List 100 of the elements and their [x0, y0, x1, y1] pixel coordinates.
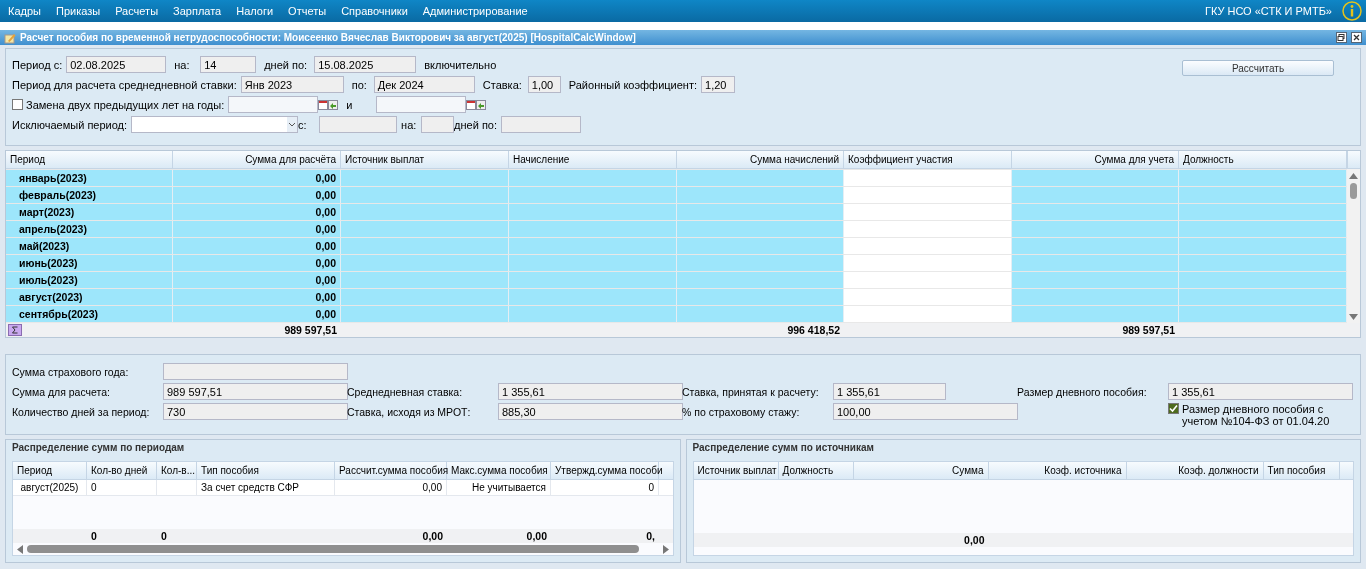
- menu-item[interactable]: Налоги: [236, 5, 274, 17]
- month-field[interactable]: Янв 2023: [240, 76, 344, 93]
- field-label: по:: [351, 78, 368, 91]
- value-field[interactable]: 730: [163, 403, 348, 420]
- total-value: 0,00: [525, 530, 548, 542]
- calendar-icon[interactable]: [466, 99, 477, 110]
- info-icon[interactable]: [1342, 1, 1362, 21]
- value-field[interactable]: 1 355,61: [1168, 383, 1353, 400]
- amount-cell: 0,00: [173, 272, 341, 288]
- amount-cell: 0,00: [173, 170, 341, 186]
- checkbox[interactable]: [12, 99, 23, 110]
- amount-cell: 0,00: [173, 204, 341, 220]
- value-field[interactable]: 1 355,61: [498, 383, 683, 400]
- column-header[interactable]: Должность: [778, 462, 854, 479]
- period-cell[interactable]: июнь(2023): [6, 255, 173, 271]
- value-field[interactable]: [163, 363, 348, 380]
- scroll-right-icon[interactable]: [662, 544, 669, 554]
- field-label: Исключаемый период:: [12, 118, 129, 131]
- column-header[interactable]: Сумма начислений: [677, 151, 844, 168]
- period-cell[interactable]: апрель(2023): [6, 221, 173, 237]
- close-icon[interactable]: [1351, 32, 1362, 43]
- value-field[interactable]: 989 597,51: [163, 383, 348, 400]
- month-field[interactable]: Дек 2024: [373, 76, 475, 93]
- arrow-icon[interactable]: [476, 99, 487, 110]
- menu-item[interactable]: Отчеты: [288, 5, 327, 17]
- period-cell[interactable]: август(2023): [6, 289, 173, 305]
- checkbox-label: Размер дневного пособия с учетом №104-ФЗ от 01.04.20: [1182, 403, 1331, 427]
- checkbox[interactable]: [1168, 403, 1179, 414]
- period-cell[interactable]: июль(2023): [6, 272, 173, 288]
- column-header[interactable]: Коэф. должности: [1126, 462, 1264, 479]
- value-field[interactable]: 1 355,61: [833, 383, 946, 400]
- column-header[interactable]: Должность: [1179, 151, 1347, 168]
- scroll-thumb[interactable]: [1350, 183, 1357, 199]
- menu-item[interactable]: Приказы: [55, 5, 101, 17]
- column-header[interactable]: Коэффициент участия: [844, 151, 1012, 168]
- date-field[interactable]: [319, 116, 398, 133]
- column-header[interactable]: Сумма для расчёта: [173, 151, 341, 168]
- period-cell[interactable]: февраль(2023): [6, 187, 173, 203]
- arrow-icon[interactable]: [328, 99, 339, 110]
- calendar-icon[interactable]: [318, 99, 329, 110]
- menu-item[interactable]: Зарплата: [173, 5, 222, 17]
- field-label: Сумма страхового года:: [12, 364, 130, 380]
- column-header[interactable]: Макс.сумма пособия: [447, 462, 551, 479]
- days-field[interactable]: 14: [200, 56, 257, 73]
- table-cell: 0: [551, 480, 659, 495]
- field-label: Количество дней за период:: [12, 404, 151, 420]
- table-cell: Не учитывается: [447, 480, 551, 495]
- scroll-thumb[interactable]: [27, 545, 639, 553]
- period-cell[interactable]: март(2023): [6, 204, 173, 220]
- column-header[interactable]: Источник выплат: [693, 462, 779, 479]
- column-header[interactable]: Тип пособия: [1263, 462, 1340, 479]
- column-header[interactable]: Начисление: [509, 151, 677, 168]
- date-field[interactable]: [501, 116, 582, 133]
- menu-item[interactable]: Расчеты: [115, 5, 159, 17]
- coefficient-field[interactable]: 1,20: [701, 76, 736, 93]
- vertical-scrollbar[interactable]: [1347, 169, 1360, 323]
- column-header[interactable]: Коэф. источника: [988, 462, 1127, 479]
- column-header[interactable]: Тип пособия: [197, 462, 335, 479]
- menu-item[interactable]: Кадры: [8, 5, 41, 17]
- amount-cell: 0,00: [173, 238, 341, 254]
- value-field[interactable]: 885,30: [498, 403, 683, 420]
- total-value: 0,00: [421, 530, 444, 542]
- period-cell[interactable]: январь(2023): [6, 170, 173, 186]
- column-header[interactable]: Период: [6, 151, 173, 168]
- scroll-up-icon[interactable]: [1349, 173, 1358, 179]
- scroll-down-icon[interactable]: [1349, 314, 1358, 320]
- table-cell: 0: [87, 480, 157, 495]
- amount-cell: 0,00: [173, 306, 341, 322]
- column-header[interactable]: Источник выплат: [341, 151, 509, 168]
- field-label: на:: [401, 118, 418, 131]
- edit-icon: [4, 31, 16, 44]
- field-label: Период с:: [12, 58, 64, 71]
- total-value: 0: [160, 530, 168, 542]
- rate-field[interactable]: 1,00: [527, 76, 561, 93]
- period-cell[interactable]: май(2023): [6, 238, 173, 254]
- value-field[interactable]: 100,00: [833, 403, 1018, 420]
- column-header[interactable]: Сумма для учета: [1012, 151, 1179, 168]
- period-cell[interactable]: сентябрь(2023): [6, 306, 173, 322]
- column-header[interactable]: Кол-во дней: [87, 462, 157, 479]
- year-field[interactable]: [228, 96, 319, 113]
- field-label: Ставка, принятая к расчету:: [682, 384, 820, 400]
- calculate-button[interactable]: Рассчитать: [1182, 60, 1334, 76]
- date-field[interactable]: 02.08.2025: [66, 56, 167, 73]
- field-label: Период для расчета среднедневной ставки:: [12, 78, 238, 91]
- total-value: 989 597,51: [283, 324, 338, 336]
- field-label: Размер дневного пособия:: [1017, 384, 1148, 400]
- restore-icon[interactable]: [1336, 32, 1347, 43]
- scroll-left-icon[interactable]: [17, 544, 23, 554]
- and-label: и: [346, 98, 354, 111]
- column-header[interactable]: Рассчит.сумма пособия: [335, 462, 447, 479]
- column-header[interactable]: Кол-в...: [157, 462, 197, 479]
- column-header[interactable]: Период: [13, 462, 87, 479]
- date-field[interactable]: 15.08.2025: [314, 56, 417, 73]
- menu-item[interactable]: Администрирование: [422, 5, 528, 17]
- sum-button[interactable]: [8, 324, 22, 336]
- days-field[interactable]: [421, 116, 455, 133]
- year-field[interactable]: [376, 96, 467, 113]
- column-header[interactable]: Сумма: [853, 462, 989, 479]
- total-value: 989 597,51: [1121, 324, 1176, 336]
- menu-item[interactable]: Справочники: [341, 5, 408, 17]
